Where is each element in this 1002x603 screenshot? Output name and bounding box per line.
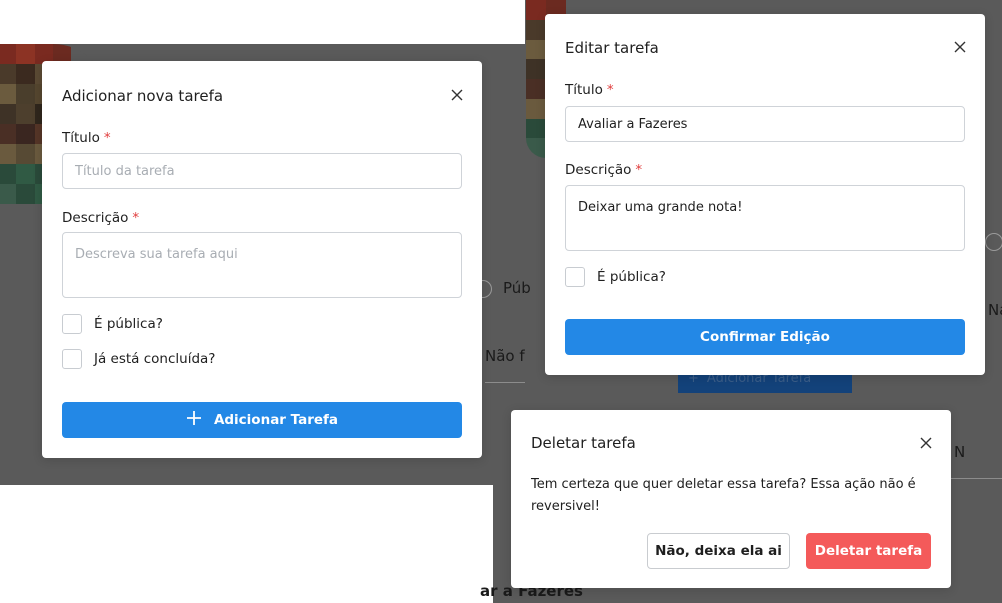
description-label: Descrição * (565, 162, 642, 178)
modal-title: Deletar tarefa (531, 434, 636, 452)
plus-icon (186, 410, 202, 430)
filter-not-done-label: Não f (485, 347, 525, 365)
description-label-text: Descrição (62, 210, 129, 226)
title-input[interactable]: Avaliar a Fazeres (565, 106, 965, 142)
title-input-value: Avaliar a Fazeres (578, 116, 688, 132)
radio-option[interactable] (985, 233, 1002, 251)
required-marker: * (103, 130, 111, 146)
cancel-delete-button[interactable]: Não, deixa ela ai (647, 533, 790, 569)
description-label-text: Descrição (565, 162, 632, 178)
confirm-edit-label: Confirmar Edição (700, 329, 830, 345)
public-checkbox[interactable] (62, 314, 82, 334)
close-icon[interactable] (451, 89, 465, 103)
add-task-submit-label: Adicionar Tarefa (213, 412, 339, 428)
close-icon[interactable] (920, 437, 934, 451)
title-label: Título * (62, 130, 111, 146)
public-checkbox[interactable] (565, 267, 585, 287)
required-marker: * (635, 162, 643, 178)
add-task-modal: Adicionar nova tarefa Título * Título da … (42, 61, 482, 458)
confirm-delete-button[interactable]: Deletar tarefa (806, 533, 931, 569)
modal-title: Editar tarefa (565, 39, 659, 57)
description-label: Descrição * (62, 210, 139, 226)
public-checkbox-label: É pública? (597, 269, 666, 285)
add-task-submit-button[interactable]: Adicionar Tarefa (62, 402, 462, 438)
modal-title: Adicionar nova tarefa (62, 87, 224, 105)
confirm-edit-button[interactable]: Confirmar Edição (565, 319, 965, 355)
completed-checkbox[interactable] (62, 349, 82, 369)
title-label-text: Título (565, 82, 603, 98)
required-marker: * (132, 210, 140, 226)
title-input-placeholder: Título da tarefa (75, 163, 175, 179)
delete-confirmation-message: Tem certeza que quer deletar essa tarefa… (531, 477, 916, 514)
description-textarea[interactable]: Deixar uma grande nota! (565, 185, 965, 251)
required-marker: * (606, 82, 614, 98)
completed-checkbox-label: Já está concluída? (94, 351, 216, 367)
description-value: Deixar uma grande nota! (578, 200, 743, 215)
radio-public-label: Púb (503, 279, 531, 297)
filter-label: N (954, 443, 966, 461)
divider (485, 382, 525, 383)
divider (951, 478, 1002, 479)
title-input[interactable]: Título da tarefa (62, 153, 462, 189)
description-textarea[interactable]: Descreva sua tarefa aqui (62, 232, 462, 298)
confirm-delete-label: Deletar tarefa (814, 543, 923, 559)
edit-task-modal: Editar tarefa Título * Avaliar a Fazeres … (545, 14, 985, 375)
description-placeholder: Descreva sua tarefa aqui (75, 247, 238, 262)
public-checkbox-label: É pública? (94, 316, 163, 332)
title-label-text: Título (62, 130, 100, 146)
delete-task-modal: Deletar tarefa Tem certeza que quer dele… (511, 410, 951, 588)
close-icon[interactable] (954, 41, 968, 55)
cancel-delete-label: Não, deixa ela ai (655, 543, 782, 559)
filter-label: Na (988, 301, 1002, 319)
title-label: Título * (565, 82, 614, 98)
